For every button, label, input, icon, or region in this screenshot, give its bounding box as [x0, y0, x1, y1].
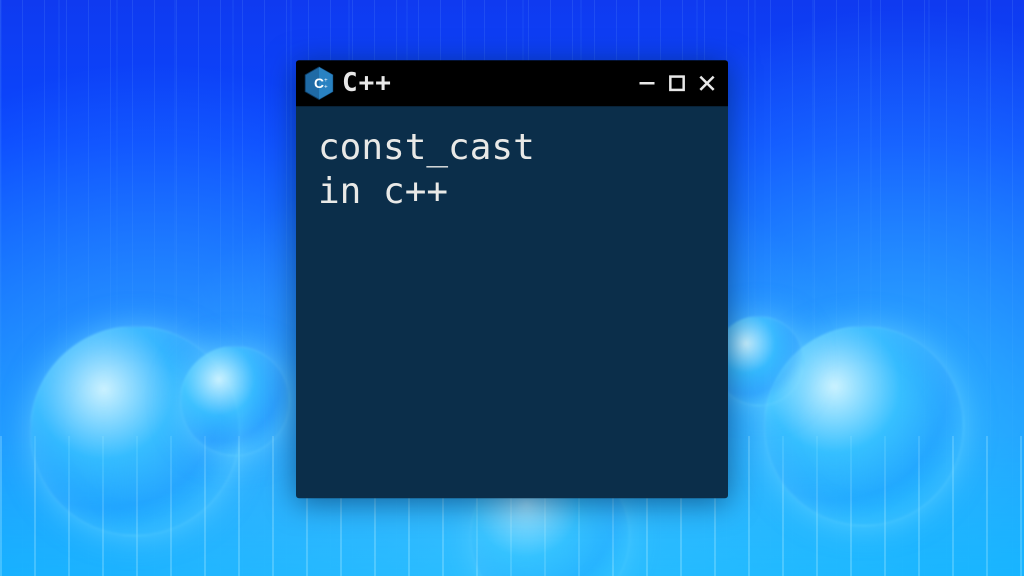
maximize-icon[interactable]	[666, 72, 688, 94]
glow-orb	[180, 346, 290, 456]
svg-text:+: +	[324, 85, 328, 91]
window-controls	[636, 72, 718, 94]
window-title: C++	[342, 68, 392, 98]
svg-text:C: C	[314, 76, 324, 91]
close-icon[interactable]	[696, 72, 718, 94]
terminal-window: C + + C++ const_cast in c++	[296, 60, 728, 498]
content-line-2: in c++	[318, 171, 448, 212]
svg-text:+: +	[324, 78, 328, 84]
titlebar[interactable]: C + + C++	[296, 60, 728, 106]
cpp-hexagon-icon: C + +	[304, 66, 334, 100]
background-scene: C + + C++ const_cast in c++	[0, 0, 1024, 576]
minimize-icon[interactable]	[636, 72, 658, 94]
terminal-body: const_cast in c++	[296, 106, 728, 498]
title-left: C + + C++	[304, 66, 392, 100]
content-line-1: const_cast	[318, 127, 535, 168]
